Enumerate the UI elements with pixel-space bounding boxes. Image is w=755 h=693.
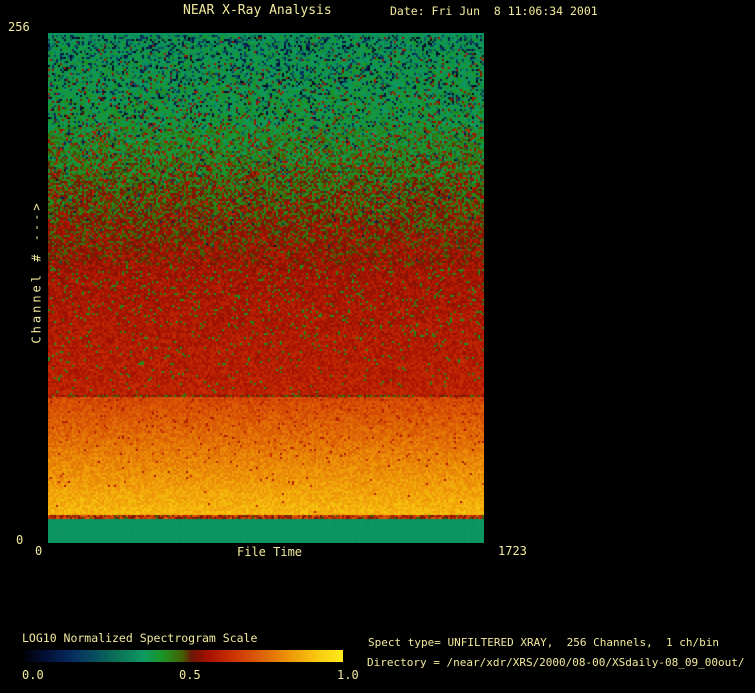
y-axis-title: Channel # ---> <box>29 200 44 344</box>
y-axis-min-label: 0 <box>16 533 24 547</box>
x-axis-min-label: 0 <box>35 544 43 558</box>
x-axis-max-label: 1723 <box>498 544 527 558</box>
page-title: NEAR X-Ray Analysis <box>183 3 332 18</box>
colorbar-title: LOG10 Normalized Spectrogram Scale <box>22 631 258 645</box>
spect-type-line: Spect type= UNFILTERED XRAY, 256 Channel… <box>368 636 719 649</box>
directory-line: Directory = /near/xdr/XRS/2000/08-00/XSd… <box>367 656 745 669</box>
date-label: Date: Fri Jun 8 11:06:34 2001 <box>390 4 598 18</box>
colorbar-tick-mid: 0.5 <box>179 668 201 682</box>
colorbar-gradient <box>22 650 343 662</box>
spectrogram-heatmap <box>48 33 484 543</box>
x-axis-title: File Time <box>237 545 303 559</box>
y-axis-max-label: 256 <box>8 20 30 34</box>
xray-analysis-window: NEAR X-Ray Analysis Date: Fri Jun 8 11:0… <box>0 0 755 693</box>
colorbar-tick-max: 1.0 <box>337 668 359 682</box>
colorbar-tick-min: 0.0 <box>22 668 44 682</box>
